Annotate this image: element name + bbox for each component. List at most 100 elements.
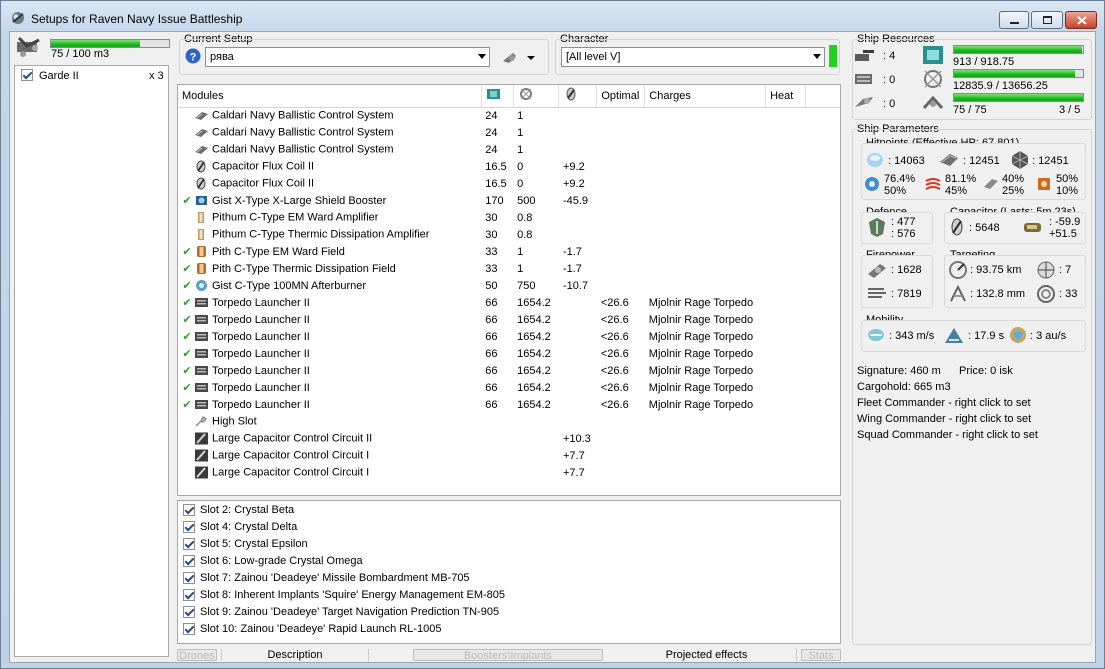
module-optimal: <26.6 (600, 313, 629, 326)
module-charges: Mjolnir Rage Torpedo (648, 364, 754, 377)
title-bar[interactable]: Setups for Raven Navy Issue Battleship (1, 1, 1104, 31)
powergrid-usage: 12835.9 / 13656.25 (953, 80, 1048, 92)
help-icon[interactable]: ? (185, 48, 201, 64)
module-row[interactable]: ✔ Torpedo Launcher II 66 1654.2 <26.6 Mjolnir… (178, 379, 840, 396)
implant-label: Slot 8: Inherent Implants 'Squire' Energ… (200, 589, 506, 602)
modules-grid: Modules Optimal Charges Heat Caldari Nav… (178, 85, 840, 481)
module-name: Torpedo Launcher II (212, 398, 310, 411)
em-resist-bottom: 50% (884, 185, 907, 197)
tab-boosters-implants[interactable]: Boosters\Implants (413, 649, 603, 662)
window-title: Setups for Raven Navy Issue Battleship (31, 12, 243, 26)
modules-table[interactable]: Modules Optimal Charges Heat Caldari Nav… (177, 84, 841, 496)
module-row[interactable]: ✔ Pith C-Type EM Ward Field 33 1 -1.7 (178, 243, 840, 260)
module-row[interactable]: ✔ Torpedo Launcher II 66 1654.2 <26.6 Mjolnir… (178, 362, 840, 379)
implant-checkbox[interactable] (183, 623, 195, 636)
wing-commander-slot[interactable]: Wing Commander - right click to set (857, 413, 1031, 425)
em-resist-top: 76.4% (884, 173, 916, 185)
implant-checkbox[interactable] (183, 504, 195, 517)
implant-item[interactable]: Slot 8: Inherent Implants 'Squire' Energ… (183, 589, 506, 602)
module-cpu: 66 (485, 381, 498, 394)
drone-list[interactable]: Garde II x 3 (14, 65, 169, 657)
module-row[interactable]: Caldari Navy Ballistic Control System 24 1 (178, 124, 840, 141)
warp-speed-icon (1010, 327, 1026, 343)
module-row[interactable]: Large Capacitor Control Circuit I +7.7 (178, 464, 840, 481)
module-row[interactable]: Capacitor Flux Coil II 16.5 0 +9.2 (178, 175, 840, 192)
implant-checkbox[interactable] (183, 538, 195, 551)
implant-checkbox[interactable] (183, 589, 195, 602)
col-optimal[interactable]: Optimal (596, 85, 646, 108)
module-row[interactable]: Caldari Navy Ballistic Control System 24 1 (178, 141, 840, 158)
module-name-cell: ✔ Torpedo Launcher II (178, 362, 481, 379)
setup-select[interactable]: рява (205, 47, 490, 67)
module-heat (766, 226, 806, 243)
implant-item[interactable]: Slot 5: Crystal Epsilon (183, 538, 308, 551)
col-capacitor[interactable] (558, 85, 598, 108)
module-capacitor (559, 379, 597, 396)
drone-bandwidth-bar-fill (954, 94, 1083, 101)
col-cpu[interactable] (481, 85, 514, 108)
speed-value: : 343 m/s (889, 330, 935, 342)
implant-checkbox[interactable] (183, 521, 195, 534)
module-cpu: 66 (485, 398, 498, 411)
module-cpu: 66 (485, 313, 498, 326)
col-heat[interactable]: Heat (765, 85, 806, 108)
dps-icon (868, 264, 886, 278)
implant-checkbox[interactable] (183, 572, 195, 585)
implant-checkbox[interactable] (183, 555, 195, 568)
implant-item[interactable]: Slot 6: Low-grade Crystal Omega (183, 555, 363, 568)
implant-label: Slot 2: Crystal Beta (200, 504, 295, 517)
minimize-button[interactable] (999, 11, 1029, 29)
drone-bay-bar-fill (51, 40, 140, 47)
module-row[interactable]: ✔ Gist C-Type 100MN Afterburner 50 750 -10.7 (178, 277, 840, 294)
implant-item[interactable]: Slot 7: Zainou 'Deadeye' Missile Bombard… (183, 572, 470, 585)
col-charges[interactable]: Charges (644, 85, 767, 108)
module-row[interactable]: ✔ Gist X-Type X-Large Shield Booster 170 50… (178, 192, 840, 209)
module-name-cell: ✔ Torpedo Launcher II (178, 311, 481, 328)
implant-item[interactable]: Slot 4: Crystal Delta (183, 521, 297, 534)
module-optimal: <26.6 (600, 296, 629, 309)
module-name: Torpedo Launcher II (212, 364, 310, 377)
ship-fit-menu-button[interactable] (499, 48, 539, 66)
implant-item[interactable]: Slot 2: Crystal Beta (183, 504, 295, 517)
implant-item[interactable]: Slot 9: Zainou 'Deadeye' Target Navigati… (183, 606, 499, 619)
module-row[interactable]: ✔ Torpedo Launcher II 66 1654.2 <26.6 Mjolnir… (178, 328, 840, 345)
drone-list-item[interactable]: Garde II x 3 (21, 69, 166, 85)
col-powergrid[interactable] (513, 85, 560, 108)
module-launcher-icon (194, 382, 212, 394)
module-row[interactable]: ✔ Torpedo Launcher II 66 1654.2 <26.6 Mjolnir… (178, 345, 840, 362)
tab-description[interactable]: Description (221, 649, 369, 661)
module-row[interactable]: Pithum C-Type EM Ward Amplifier 30 0.8 (178, 209, 840, 226)
module-row[interactable]: ✔ Torpedo Launcher II 66 1654.2 <26.6 Mjolnir… (178, 396, 840, 413)
module-heat (766, 141, 806, 158)
module-capacitor (559, 413, 597, 430)
module-row[interactable]: ✔ Torpedo Launcher II 66 1654.2 <26.6 Mjolnir… (178, 311, 840, 328)
module-capacitor (559, 107, 597, 124)
module-powergrid: 1 (517, 245, 524, 258)
implant-checkbox[interactable] (183, 606, 195, 619)
module-row[interactable]: High Slot (178, 413, 840, 430)
module-row[interactable]: Large Capacitor Control Circuit II +10.3 (178, 430, 840, 447)
fleet-commander-slot[interactable]: Fleet Commander - right click to set (857, 397, 1031, 409)
module-row[interactable]: ✔ Pith C-Type Thermic Dissipation Field 33… (178, 260, 840, 277)
implants-list[interactable]: Slot 2: Crystal Beta Slot 4: Crystal Delt… (177, 500, 841, 644)
module-row[interactable]: Capacitor Flux Coil II 16.5 0 +9.2 (178, 158, 840, 175)
module-row[interactable]: ✔ Torpedo Launcher II 66 1654.2 <26.6 Mjolnir… (178, 294, 840, 311)
module-row[interactable]: Caldari Navy Ballistic Control System 24 1 (178, 107, 840, 124)
module-row[interactable]: Large Capacitor Control Circuit I +7.7 (178, 447, 840, 464)
squad-commander-slot[interactable]: Squad Commander - right click to set (857, 429, 1038, 441)
module-heat (766, 294, 806, 311)
module-cpu (481, 464, 513, 481)
col-modules[interactable]: Modules (178, 85, 482, 108)
character-select[interactable]: [All level V] (561, 47, 825, 67)
module-row[interactable]: Pithum C-Type Thermic Dissipation Amplif… (178, 226, 840, 243)
module-capcircuit-icon (194, 449, 212, 462)
tab-drones[interactable]: Drones (177, 649, 217, 662)
implant-item[interactable]: Slot 10: Zainou 'Deadeye' Rapid Launch R… (183, 623, 441, 636)
module-booster-icon (194, 195, 212, 207)
close-button[interactable] (1065, 11, 1097, 29)
module-cpu (481, 447, 513, 464)
maximize-button[interactable] (1031, 11, 1063, 29)
tab-stats[interactable]: Stats (801, 649, 841, 662)
tab-projected-effects[interactable]: Projected effects (617, 649, 797, 661)
drone-checkbox[interactable] (21, 69, 33, 82)
